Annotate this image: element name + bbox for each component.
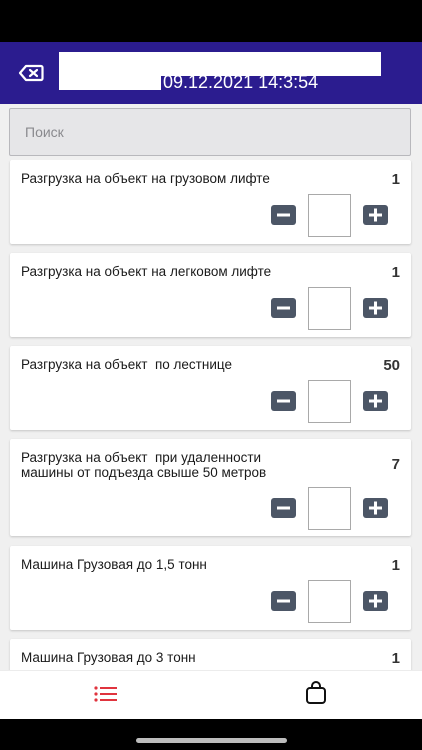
bag-icon <box>306 681 326 704</box>
item-count: 1 <box>391 171 400 188</box>
increase-button[interactable] <box>363 298 388 318</box>
decrease-button[interactable] <box>271 298 296 318</box>
increase-button[interactable] <box>363 205 388 225</box>
minus-icon <box>277 306 290 310</box>
item-title: Разгрузка на объект при удаленности маши… <box>21 450 267 480</box>
redacted-title-part <box>59 72 161 90</box>
increase-button[interactable] <box>363 591 388 611</box>
tab-list[interactable] <box>94 684 118 704</box>
tab-cart[interactable] <box>305 681 327 705</box>
minus-icon <box>277 399 290 403</box>
quantity-input[interactable] <box>309 381 350 422</box>
item-count: 1 <box>391 650 400 667</box>
item-count: 1 <box>391 557 400 574</box>
item-count: 50 <box>383 357 400 374</box>
status-bar <box>0 0 422 42</box>
quantity-field[interactable] <box>308 487 351 530</box>
search-input[interactable] <box>10 109 410 155</box>
quantity-input[interactable] <box>309 288 350 329</box>
list-item: Машина Грузовая до 3 тонн 1 <box>10 639 411 670</box>
plus-icon <box>369 208 382 222</box>
search-field[interactable] <box>9 108 411 156</box>
increase-button[interactable] <box>363 498 388 518</box>
minus-icon <box>277 506 290 510</box>
screen: 09.12.2021 14:3:54 Разгрузка на объект н… <box>0 0 422 750</box>
quantity-input[interactable] <box>309 581 350 622</box>
decrease-button[interactable] <box>271 591 296 611</box>
service-list[interactable]: Разгрузка на объект на грузовом лифте 1 … <box>0 160 422 670</box>
header-date-time: 09.12.2021 14:3:54 <box>163 72 319 92</box>
list-item: Разгрузка на объект при удаленности маши… <box>10 439 411 536</box>
quantity-field[interactable] <box>308 287 351 330</box>
plus-icon <box>369 501 382 515</box>
increase-button[interactable] <box>363 391 388 411</box>
list-item: Разгрузка на объект по лестнице 50 <box>10 346 411 430</box>
home-indicator-area <box>0 719 422 750</box>
decrease-button[interactable] <box>271 498 296 518</box>
backspace-icon[interactable] <box>18 64 44 82</box>
plus-icon <box>369 301 382 315</box>
item-title: Машина Грузовая до 1,5 тонн <box>21 557 207 572</box>
quantity-field[interactable] <box>308 380 351 423</box>
decrease-button[interactable] <box>271 205 296 225</box>
item-count: 7 <box>391 456 400 473</box>
quantity-input[interactable] <box>309 195 350 236</box>
list-icon <box>94 686 117 702</box>
item-title: Разгрузка на объект по лестнице <box>21 357 232 372</box>
plus-icon <box>369 394 382 408</box>
header: 09.12.2021 14:3:54 <box>0 42 422 104</box>
item-title: Машина Грузовая до 3 тонн <box>21 650 196 665</box>
minus-icon <box>277 599 290 603</box>
item-title: Разгрузка на объект на грузовом лифте <box>21 171 270 186</box>
quantity-field[interactable] <box>308 194 351 237</box>
quantity-field[interactable] <box>308 580 351 623</box>
item-title: Разгрузка на объект на легковом лифте <box>21 264 272 279</box>
plus-icon <box>369 594 382 608</box>
home-indicator[interactable] <box>136 738 287 743</box>
list-item: Разгрузка на объект на легковом лифте 1 <box>10 253 411 337</box>
list-item: Разгрузка на объект на грузовом лифте 1 <box>10 160 411 244</box>
decrease-button[interactable] <box>271 391 296 411</box>
item-count: 1 <box>391 264 400 281</box>
list-item: Машина Грузовая до 1,5 тонн 1 <box>10 546 411 630</box>
quantity-input[interactable] <box>309 488 350 529</box>
minus-icon <box>277 213 290 217</box>
bottom-tab-bar <box>0 670 422 720</box>
